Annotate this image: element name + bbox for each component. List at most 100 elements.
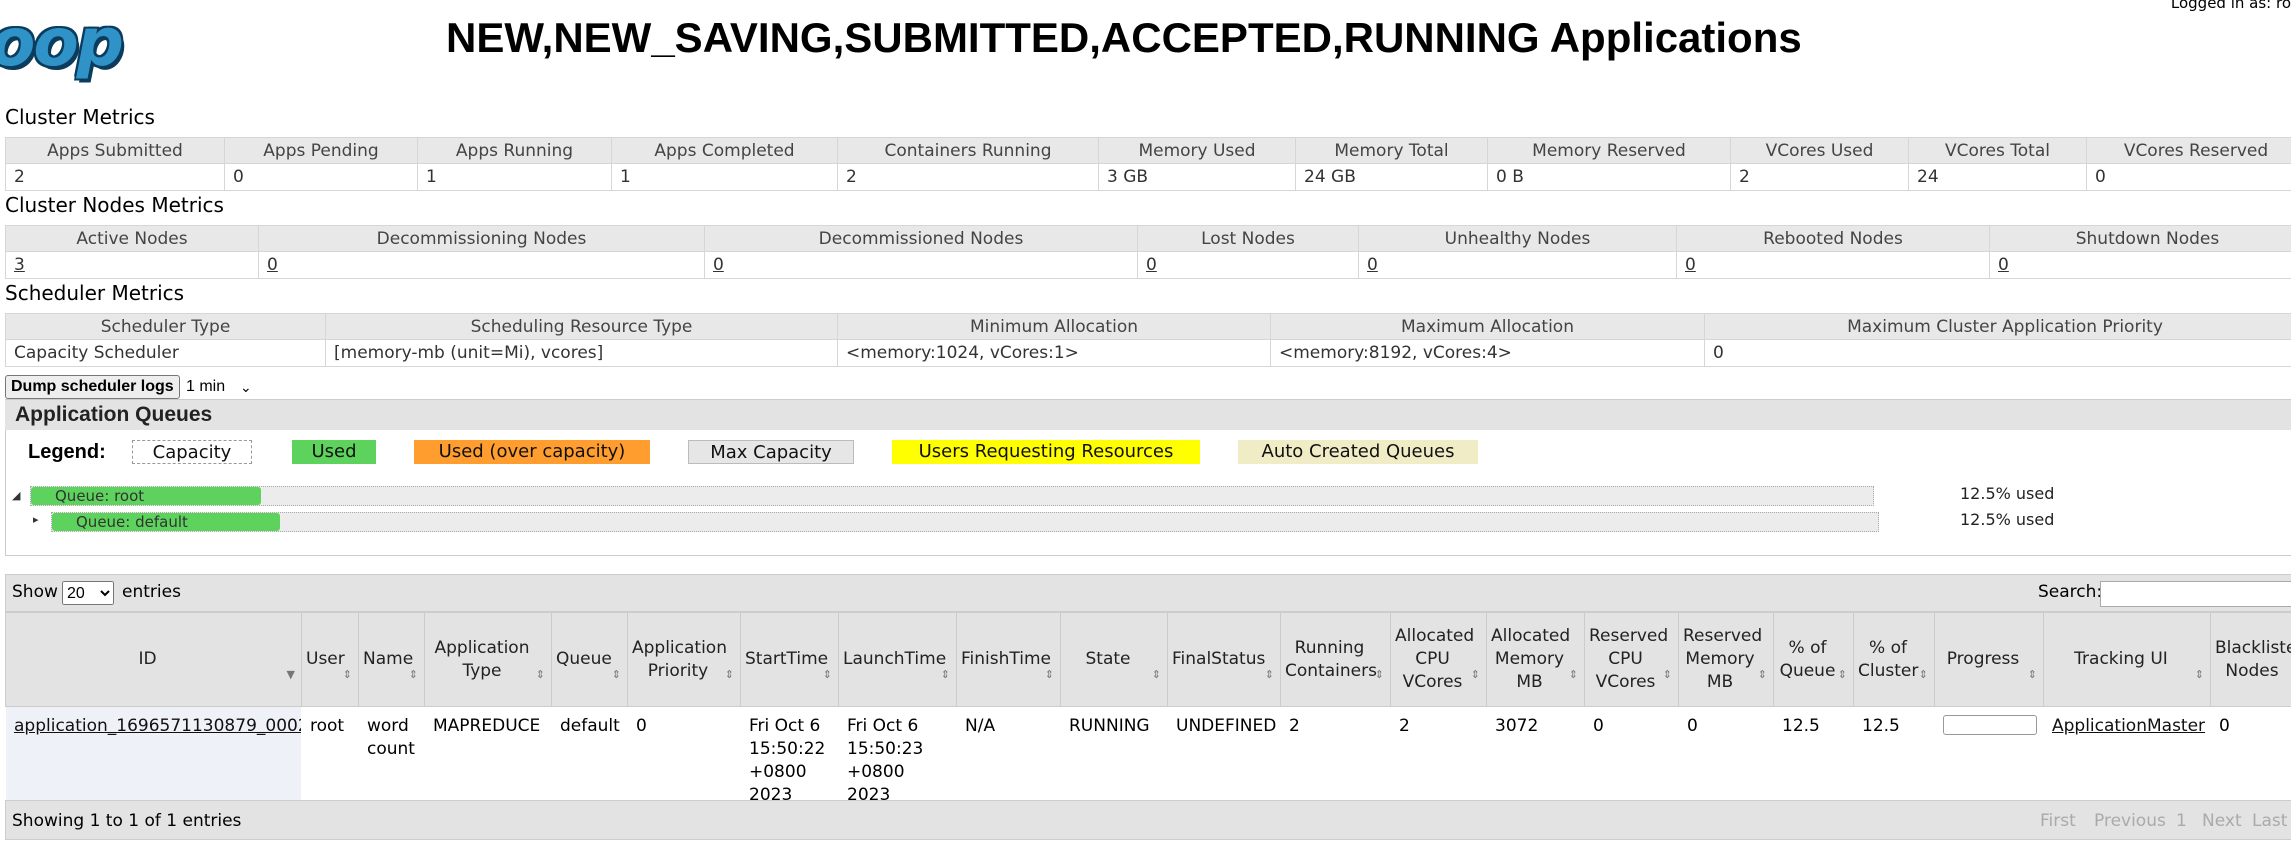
- col-pct-of-queue-label: % of Queue: [1779, 637, 1836, 681]
- col-tracking-ui[interactable]: Tracking UI ⇕: [2043, 612, 2211, 707]
- col-apps-running: Apps Running: [417, 137, 612, 164]
- cluster-metrics-table: Apps Submitted Apps Pending Apps Running…: [5, 137, 2291, 191]
- pager-first[interactable]: First: [2040, 811, 2076, 831]
- col-reserved-cpu-vcores[interactable]: Reserved CPU VCores ⇕: [1584, 612, 1679, 707]
- col-max-cluster-app-priority: Maximum Cluster Application Priority: [1704, 313, 2291, 340]
- expand-root-icon[interactable]: ◢: [12, 489, 20, 502]
- col-rebooted-nodes: Rebooted Nodes: [1676, 225, 1990, 252]
- col-application-priority-label: Application Priority: [632, 637, 727, 681]
- col-blacklisted-nodes[interactable]: Blacklisted Nodes⇕: [2210, 612, 2291, 707]
- col-progress[interactable]: Progress ⇕: [1934, 612, 2044, 707]
- lost-nodes-link[interactable]: 0: [1146, 255, 1157, 275]
- col-pct-of-queue[interactable]: % of Queue ⇕: [1773, 612, 1854, 707]
- col-launch-time[interactable]: LaunchTime ⇕: [838, 612, 957, 707]
- dump-interval-value: 1 min: [186, 378, 226, 395]
- scheduling-resource-type-value: [memory-mb (unit=Mi), vcores]: [325, 339, 838, 367]
- col-final-status-label: FinalStatus: [1172, 649, 1266, 669]
- col-start-time[interactable]: StartTime ⇕: [740, 612, 839, 707]
- pager-previous[interactable]: Previous: [2094, 811, 2166, 831]
- legend-used-over-capacity: Used (over capacity): [414, 440, 650, 464]
- col-application-priority[interactable]: Application Priority ⇕: [627, 612, 741, 707]
- chevron-down-icon: ⌄: [240, 379, 252, 395]
- col-state[interactable]: State ⇕: [1060, 612, 1168, 707]
- sort-icon: ⇕: [940, 668, 950, 681]
- scheduler-metrics-title: Scheduler Metrics: [5, 281, 185, 305]
- cluster-metrics-title: Cluster Metrics: [5, 105, 155, 129]
- apps-completed-value: 1: [611, 163, 838, 191]
- apps-running-value: 1: [417, 163, 612, 191]
- col-queue[interactable]: Queue ⇕: [551, 612, 628, 707]
- apps-pending-value: 0: [224, 163, 418, 191]
- sort-icon: ⇕: [1662, 668, 1672, 681]
- col-scheduler-type: Scheduler Type: [5, 313, 326, 340]
- sort-icon: ⇕: [724, 668, 734, 681]
- pager-next[interactable]: Next: [2202, 811, 2242, 831]
- legend-used: Used: [292, 440, 376, 464]
- col-apps-completed: Apps Completed: [611, 137, 838, 164]
- col-finish-time[interactable]: FinishTime ⇕: [956, 612, 1061, 707]
- pager-page-1[interactable]: 1: [2176, 811, 2187, 831]
- search-input[interactable]: [2100, 581, 2291, 607]
- col-application-type-label: Application Type: [434, 637, 530, 681]
- col-minimum-allocation: Minimum Allocation: [837, 313, 1271, 340]
- col-blacklisted-nodes-label: Blacklisted Nodes: [2215, 637, 2291, 681]
- col-application-type[interactable]: Application Type ⇕: [424, 612, 552, 707]
- sort-icon: ⇕: [1568, 668, 1578, 681]
- decommissioned-nodes-link[interactable]: 0: [713, 255, 724, 275]
- application-id-link[interactable]: application_1696571130879_0002: [14, 716, 302, 736]
- maximum-allocation-value: <memory:8192, vCores:4>: [1270, 339, 1705, 367]
- shutdown-nodes-link[interactable]: 0: [1998, 255, 2009, 275]
- col-vcores-reserved: VCores Reserved: [2086, 137, 2291, 164]
- legend-auto-created-queues: Auto Created Queues: [1238, 440, 1478, 464]
- page-size-select[interactable]: 20: [62, 581, 114, 605]
- col-user[interactable]: User ⇕: [301, 612, 359, 707]
- col-id[interactable]: ID ▼: [5, 612, 302, 707]
- col-allocated-memory-mb[interactable]: Allocated Memory MB ⇕: [1486, 612, 1585, 707]
- col-progress-label: Progress: [1946, 649, 2020, 669]
- dump-interval-select[interactable]: 1 min ⌄: [186, 375, 262, 399]
- rebooted-nodes-link[interactable]: 0: [1685, 255, 1696, 275]
- pager-last[interactable]: Last: [2252, 811, 2287, 831]
- app-state: RUNNING: [1060, 706, 1168, 807]
- sort-icon: ⇕: [2194, 668, 2204, 681]
- containers-running-value: 2: [837, 163, 1099, 191]
- col-vcores-used: VCores Used: [1730, 137, 1909, 164]
- sort-icon: ⇕: [535, 668, 545, 681]
- dump-scheduler-logs-button[interactable]: Dump scheduler logs: [5, 375, 180, 399]
- expand-default-icon[interactable]: ▸: [33, 513, 39, 526]
- col-vcores-total: VCores Total: [1908, 137, 2087, 164]
- col-reserved-memory-mb[interactable]: Reserved Memory MB ⇕: [1678, 612, 1774, 707]
- col-final-status[interactable]: FinalStatus ⇕: [1167, 612, 1281, 707]
- col-pct-of-cluster[interactable]: % of Cluster ⇕: [1853, 612, 1935, 707]
- sort-icon: ⇕: [1757, 668, 1767, 681]
- sort-icon: ⇕: [822, 668, 832, 681]
- col-running-containers[interactable]: Running Containers ⇕: [1280, 612, 1391, 707]
- show-label: Show: [12, 582, 58, 602]
- sort-icon: ⇕: [1151, 668, 1161, 681]
- col-containers-running: Containers Running: [837, 137, 1099, 164]
- app-reserved-memory: 0: [1678, 706, 1774, 807]
- scheduler-type-value: Capacity Scheduler: [5, 339, 326, 367]
- app-start-time: Fri Oct 6 15:50:22 +0800 2023: [740, 706, 839, 807]
- col-name[interactable]: Name ⇕: [358, 612, 425, 707]
- col-shutdown-nodes: Shutdown Nodes: [1989, 225, 2291, 252]
- col-active-nodes: Active Nodes: [5, 225, 259, 252]
- queue-default-used-pct: 12.5% used: [1960, 510, 2055, 529]
- sort-icon: ⇕: [1044, 668, 1054, 681]
- unhealthy-nodes-link[interactable]: 0: [1367, 255, 1378, 275]
- page-title: NEW,NEW_SAVING,SUBMITTED,ACCEPTED,RUNNIN…: [446, 14, 1802, 61]
- app-pct-of-cluster: 12.5: [1853, 706, 1935, 807]
- queue-default-bar[interactable]: Queue: default: [51, 512, 1879, 532]
- col-start-time-label: StartTime: [745, 649, 829, 669]
- minimum-allocation-value: <memory:1024, vCores:1>: [837, 339, 1271, 367]
- hadoop-logo: oop: [0, 4, 124, 81]
- app-running-containers: 2: [1280, 706, 1391, 807]
- queue-root-used: Queue: root: [31, 487, 262, 505]
- active-nodes-link[interactable]: 3: [14, 255, 25, 275]
- app-launch-time: Fri Oct 6 15:50:23 +0800 2023: [838, 706, 957, 807]
- queue-root-bar[interactable]: Queue: root: [30, 486, 1874, 506]
- tracking-ui-link[interactable]: ApplicationMaster: [2052, 716, 2205, 736]
- col-allocated-cpu-vcores[interactable]: Allocated CPU VCores ⇕: [1390, 612, 1487, 707]
- col-user-label: User: [306, 649, 345, 669]
- decommissioning-nodes-link[interactable]: 0: [267, 255, 278, 275]
